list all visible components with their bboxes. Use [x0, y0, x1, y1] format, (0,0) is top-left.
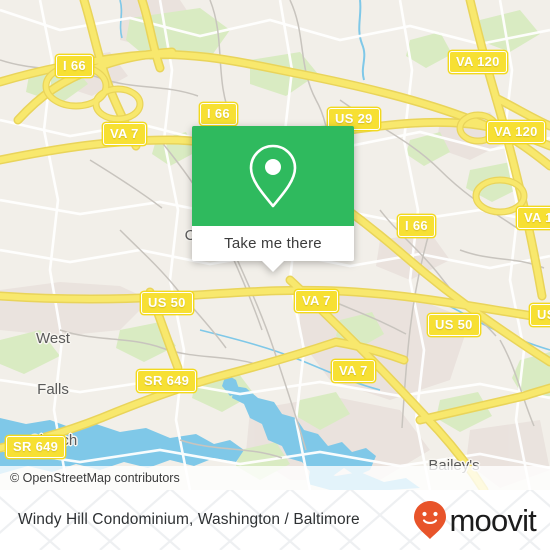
take-me-there-button[interactable]: Take me there [192, 226, 354, 261]
moovit-wordmark: moovit [449, 502, 536, 538]
popup-header [192, 126, 354, 226]
screenshot-root: West Falls Church Bailey's Crossroads C … [0, 0, 550, 550]
map-pin-icon [249, 144, 297, 208]
road-shield-va7-nw: VA 7 [103, 123, 146, 145]
location-title: Windy Hill Condominium, Washington / Bal… [18, 511, 360, 528]
road-shield-sr649-w: SR 649 [137, 370, 197, 392]
road-shield-va120-n: VA 120 [449, 51, 507, 73]
popup-pointer-tail [262, 261, 284, 272]
road-shield-sr649-sw: SR 649 [6, 436, 66, 458]
road-shield-us50-far-e: US 50 [530, 304, 550, 326]
road-shield-us50-w: US 50 [141, 292, 193, 314]
attribution-text: © OpenStreetMap contributors [10, 471, 180, 485]
map-canvas[interactable]: West Falls Church Bailey's Crossroads C … [0, 0, 550, 490]
road-shield-va120-ne: VA 120 [487, 121, 545, 143]
moovit-brand[interactable]: moovit [413, 500, 537, 540]
road-shield-va120-e: VA 120 [517, 207, 550, 229]
take-me-there-label: Take me there [224, 235, 322, 252]
location-popup[interactable]: Take me there [192, 126, 354, 272]
road-shield-va7-c: VA 7 [295, 290, 338, 312]
map-attribution-bar: © OpenStreetMap contributors [0, 466, 550, 490]
road-shield-i66-e: I 66 [398, 215, 435, 237]
road-shield-us50-e: US 50 [428, 314, 480, 336]
road-shield-i66-nw: I 66 [56, 55, 93, 77]
road-shield-i66-n: I 66 [200, 103, 237, 125]
moovit-pin-smiley-icon [414, 501, 447, 539]
road-shield-va7-s: VA 7 [332, 360, 375, 382]
footer-bar: Windy Hill Condominium, Washington / Bal… [0, 490, 550, 550]
